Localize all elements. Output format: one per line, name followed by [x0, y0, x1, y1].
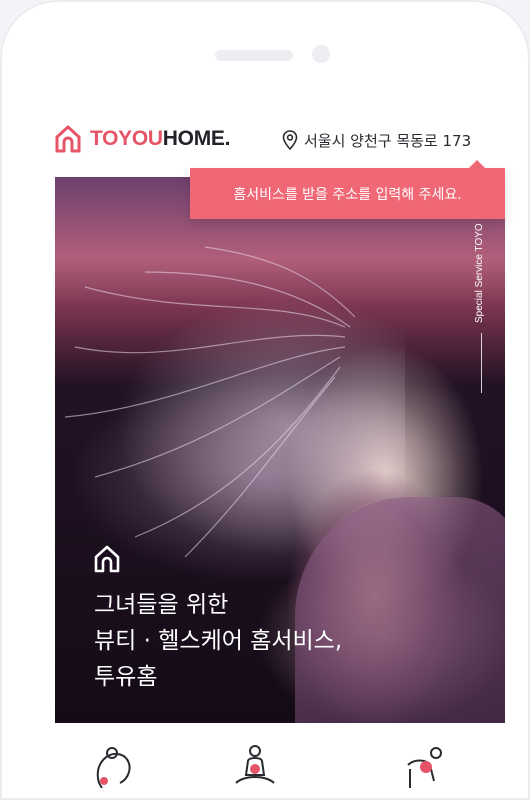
hero-vertical-divider — [481, 333, 482, 393]
address-text: 서울시 양천구 목동로 173 — [304, 131, 472, 150]
logo-text-toyou: TOYOU — [90, 127, 163, 150]
meditation-icon[interactable] — [230, 745, 280, 788]
face-care-icon[interactable] — [88, 745, 138, 788]
hero-vertical-label: Special Service TOYO — [474, 223, 485, 323]
hero-home-icon — [94, 545, 120, 573]
hero-title-line-1: 그녀들을 위한 — [94, 592, 229, 618]
hero-title-line-3: 투유홈 — [94, 664, 158, 690]
massage-icon[interactable] — [400, 745, 450, 788]
hero-title-line-2: 뷰티 · 헬스케어 홈서비스, — [94, 628, 343, 654]
phone-camera — [312, 45, 330, 63]
app-logo[interactable]: TOYOUHOME. — [54, 123, 230, 155]
location-pin-icon — [282, 130, 298, 150]
logo-text-home: HOME. — [162, 127, 231, 150]
phone-speaker — [215, 50, 293, 61]
home-logo-icon — [55, 125, 81, 153]
address-tooltip[interactable]: 홈서비스를 받을 주소를 입력해 주세요. — [190, 160, 505, 219]
address-selector[interactable]: 서울시 양천구 목동로 173 — [282, 128, 471, 152]
